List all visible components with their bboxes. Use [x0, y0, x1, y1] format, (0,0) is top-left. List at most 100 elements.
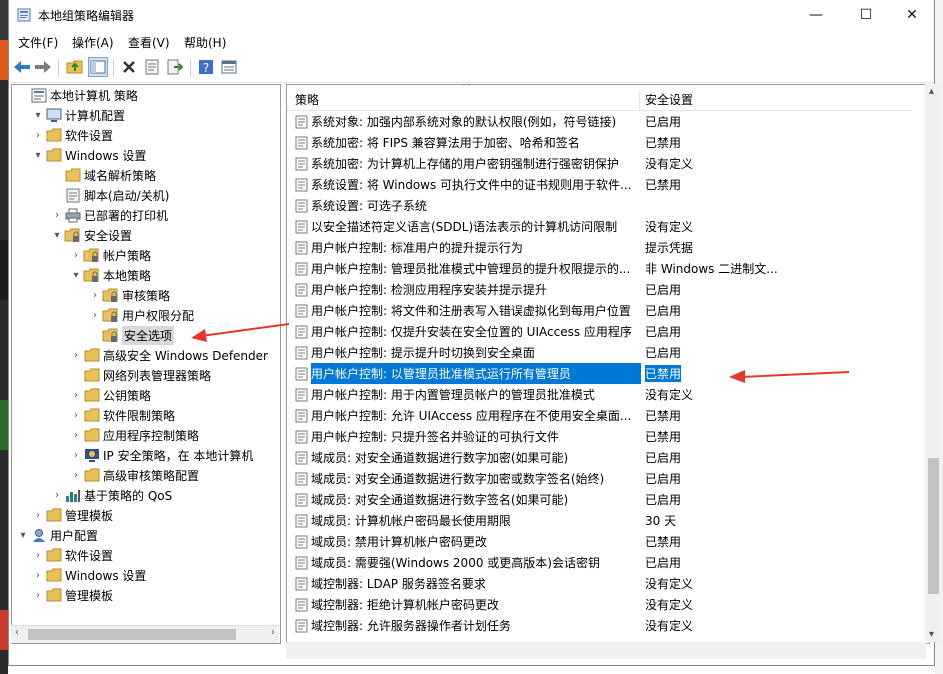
title-bar[interactable]: 本地组策略编辑器 — ☐ ✕ — [9, 0, 934, 30]
tree-item[interactable]: ▾ 用户配置 — [16, 525, 98, 545]
scroll-up-icon[interactable]: ▴ — [929, 86, 934, 97]
collapse-icon[interactable]: ▾ — [16, 530, 30, 541]
tree-item[interactable]: › 基于策略的 QoS — [50, 485, 172, 505]
tree-item[interactable]: › 高级审核策略配置 — [69, 465, 199, 485]
table-row[interactable]: 系统对象: 加强内部系统对象的默认权限(例如，符号链接) 已启用 — [287, 111, 912, 132]
table-row[interactable]: 域成员: 对安全通道数据进行数字加密或数字签名(始终) 已启用 — [287, 468, 912, 489]
up-folder-icon[interactable] — [65, 57, 85, 77]
console-tree[interactable]: 本地计算机 策略 ▾ 计算机配置 › 软件设置 ▾ Windows 设置 域名解析策略 脚本(启… — [11, 84, 281, 644]
expand-icon[interactable]: › — [31, 550, 45, 561]
list-vertical-scrollbar[interactable]: ▴ ▾ — [925, 84, 942, 642]
tree-item[interactable]: ▾ 计算机配置 — [31, 105, 125, 125]
table-row[interactable]: 域成员: 需要强(Windows 2000 或更高版本)会话密钥 已启用 — [287, 552, 912, 573]
column-header-setting[interactable]: 安全设置 — [639, 91, 693, 110]
tree-item[interactable]: › 应用程序控制策略 — [69, 425, 199, 445]
table-row[interactable]: 域控制器: 允许服务器操作者计划任务 没有定义 — [287, 615, 912, 636]
expand-icon[interactable]: › — [69, 410, 83, 421]
expand-icon[interactable]: › — [69, 350, 83, 361]
scroll-left-icon[interactable]: ‹ — [15, 627, 19, 638]
table-row[interactable]: 用户帐户控制: 标准用户的提升提示行为 提示凭据 — [287, 237, 912, 258]
table-row[interactable]: 域成员: 对安全通道数据进行数字加密(如果可能) 已启用 — [287, 447, 912, 468]
tree-item[interactable]: › Windows 设置 — [31, 565, 146, 585]
tree-item[interactable]: › 审核策略 — [88, 285, 170, 305]
table-row[interactable]: 用户帐户控制: 提示提升时切换到安全桌面 已启用 — [287, 342, 912, 363]
table-row[interactable]: 域控制器: 拒绝计算机帐户密码更改 没有定义 — [287, 594, 912, 615]
policy-list[interactable]: 策略 ^ 安全设置 系统对象: 加强内部系统对象的默认权限(例如，符号链接) 已启… — [286, 84, 930, 644]
table-row[interactable]: 系统加密: 为计算机上存储的用户密钥强制进行强密钥保护 没有定义 — [287, 153, 912, 174]
tree-item[interactable]: › 高级安全 Windows Defender — [69, 345, 268, 365]
menu-action[interactable]: 操作(A) — [72, 34, 114, 51]
table-row[interactable]: 域成员: 计算机帐户密码最长使用期限 30 天 — [287, 510, 912, 531]
tree-item[interactable]: 安全选项 — [88, 325, 175, 345]
tree-item[interactable]: › 已部署的打印机 — [50, 205, 168, 225]
tree-item[interactable]: ▾ 本地策略 — [69, 265, 151, 285]
menu-help[interactable]: 帮助(H) — [184, 34, 226, 51]
tree-item[interactable]: ▾ 安全设置 — [50, 225, 132, 245]
scroll-down-icon[interactable]: ▾ — [929, 629, 934, 640]
tree-item[interactable]: › 公钥策略 — [69, 385, 151, 405]
list-horizontal-scrollbar[interactable] — [286, 642, 926, 659]
close-button[interactable]: ✕ — [889, 0, 935, 30]
scroll-right-icon[interactable]: › — [271, 627, 275, 638]
expand-icon[interactable]: › — [31, 590, 45, 601]
table-row[interactable]: 系统加密: 将 FIPS 兼容算法用于加密、哈希和签名 已禁用 — [287, 132, 912, 153]
show-tree-icon[interactable] — [88, 57, 108, 77]
expand-icon[interactable]: › — [69, 250, 83, 261]
expand-icon[interactable]: › — [69, 470, 83, 481]
table-row[interactable]: 用户帐户控制: 管理员批准模式中管理员的提升权限提示的... 非 Windows … — [287, 258, 912, 279]
tree-item[interactable]: › 软件限制策略 — [69, 405, 175, 425]
tree-item[interactable]: › 软件设置 — [31, 125, 113, 145]
tree-item[interactable]: 本地计算机 策略 — [16, 85, 138, 105]
scroll-thumb[interactable] — [928, 458, 939, 594]
table-row[interactable]: 用户帐户控制: 用于内置管理员帐户的管理员批准模式 没有定义 — [287, 384, 912, 405]
table-row[interactable]: 域成员: 禁用计算机帐户密码更改 已禁用 — [287, 531, 912, 552]
table-row[interactable]: 以安全描述符定义语言(SDDL)语法表示的计算机访问限制 没有定义 — [287, 216, 912, 237]
collapse-icon[interactable]: ▾ — [31, 150, 45, 161]
tree-horizontal-scrollbar[interactable]: ‹ › — [11, 625, 279, 643]
back-icon[interactable] — [12, 57, 32, 77]
export-icon[interactable] — [165, 57, 185, 77]
tree-item[interactable]: 脚本(启动/关机) — [50, 185, 169, 205]
table-row[interactable]: 用户帐户控制: 检测应用程序安装并提示提升 已启用 — [287, 279, 912, 300]
table-row[interactable]: 用户帐户控制: 只提升签名并验证的可执行文件 已禁用 — [287, 426, 912, 447]
expand-icon[interactable]: › — [88, 290, 102, 301]
table-row[interactable]: 用户帐户控制: 将文件和注册表写入错误虚拟化到每用户位置 已启用 — [287, 300, 912, 321]
collapse-icon[interactable]: ▾ — [31, 110, 45, 121]
menu-view[interactable]: 查看(V) — [128, 34, 170, 51]
expand-icon[interactable]: › — [69, 430, 83, 441]
table-row[interactable]: 系统设置: 可选子系统 — [287, 195, 912, 216]
tree-item[interactable]: › 管理模板 — [31, 505, 113, 525]
tree-item[interactable]: › 用户权限分配 — [88, 305, 194, 325]
menu-file[interactable]: 文件(F) — [18, 34, 58, 51]
expand-icon[interactable]: › — [50, 210, 64, 221]
scroll-thumb[interactable] — [28, 629, 236, 640]
table-row[interactable]: 域控制器: LDAP 服务器签名要求 没有定义 — [287, 573, 912, 594]
delete-icon[interactable] — [119, 57, 139, 77]
tree-item[interactable]: › IP 安全策略，在 本地计算机 — [69, 445, 253, 465]
column-header-policy[interactable]: 策略 — [295, 91, 319, 108]
expand-icon[interactable]: › — [69, 450, 83, 461]
expand-icon[interactable]: › — [69, 390, 83, 401]
expand-icon[interactable]: › — [31, 570, 45, 581]
table-row[interactable]: 系统设置: 将 Windows 可执行文件中的证书规则用于软件... 已禁用 — [287, 174, 912, 195]
table-row[interactable]: 用户帐户控制: 允许 UIAccess 应用程序在不使用安全桌面... 已禁用 — [287, 405, 912, 426]
collapse-icon[interactable]: ▾ — [50, 230, 64, 241]
view-icon[interactable] — [219, 57, 239, 77]
tree-item[interactable]: ▾ Windows 设置 — [31, 145, 146, 165]
collapse-icon[interactable]: ▾ — [69, 270, 83, 281]
forward-icon[interactable] — [33, 57, 53, 77]
minimize-button[interactable]: — — [793, 0, 839, 30]
table-row[interactable]: 用户帐户控制: 仅提升安装在安全位置的 UIAccess 应用程序 已启用 — [287, 321, 912, 342]
table-row[interactable]: 域成员: 对安全通道数据进行数字签名(如果可能) 已启用 — [287, 489, 912, 510]
tree-item[interactable]: › 管理模板 — [31, 585, 113, 605]
expand-icon[interactable]: › — [88, 310, 102, 321]
expand-icon[interactable]: › — [31, 130, 45, 141]
expand-icon[interactable]: › — [31, 510, 45, 521]
help-icon[interactable]: ? — [196, 57, 216, 77]
maximize-button[interactable]: ☐ — [843, 0, 889, 30]
tree-item[interactable]: 网络列表管理器策略 — [69, 365, 211, 385]
properties-icon[interactable] — [142, 57, 162, 77]
expand-icon[interactable]: › — [50, 490, 64, 501]
tree-item[interactable]: › 软件设置 — [31, 545, 113, 565]
tree-item[interactable]: › 帐户策略 — [69, 245, 151, 265]
